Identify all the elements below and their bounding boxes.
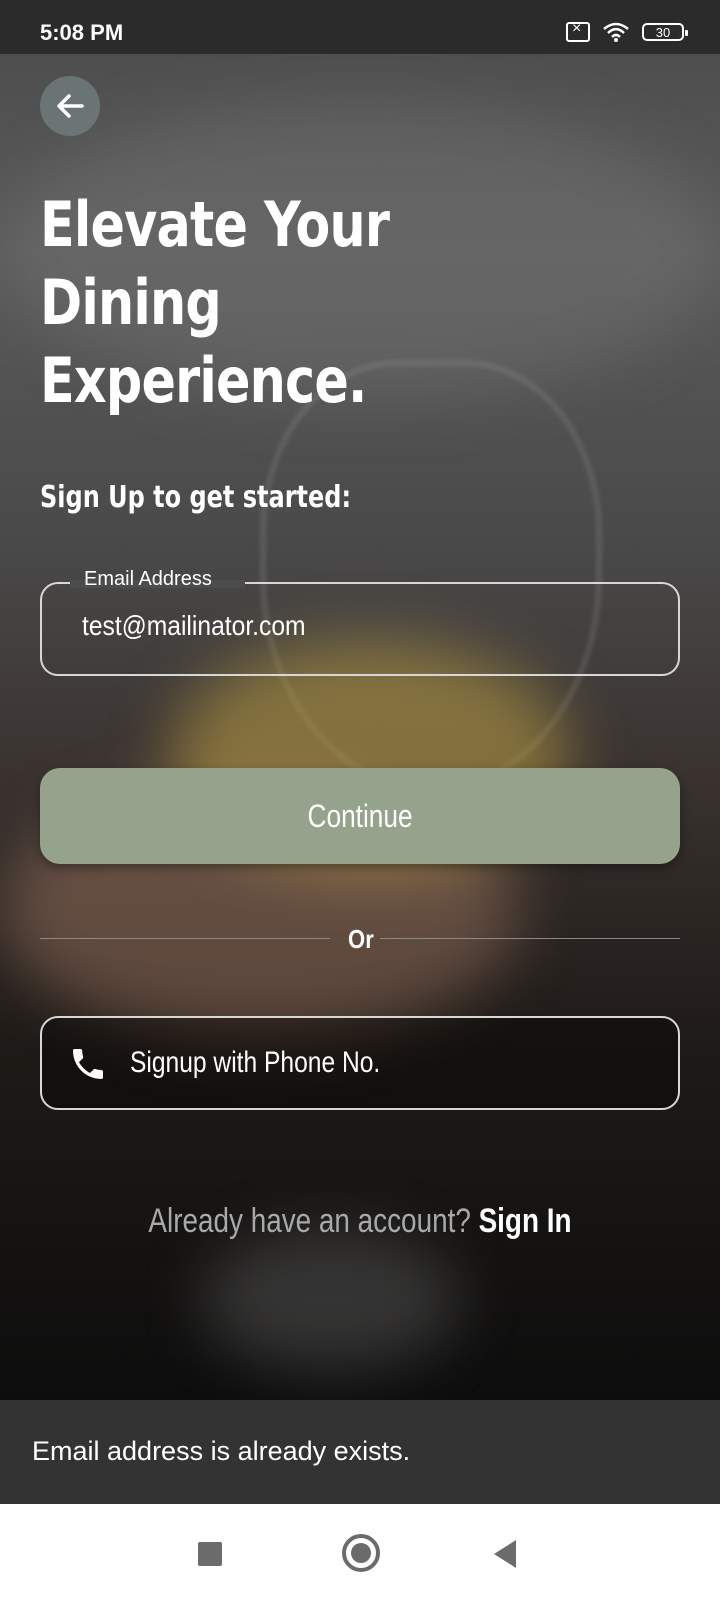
email-field-label: Email Address bbox=[84, 568, 212, 590]
divider-label: Or bbox=[348, 924, 374, 954]
background-glass-base bbox=[200, 1230, 460, 1370]
recent-apps-icon[interactable] bbox=[198, 1542, 222, 1566]
divider-line-left bbox=[40, 938, 330, 939]
wifi-icon bbox=[603, 22, 629, 42]
snackbar-message: Email address is already exists. bbox=[32, 1436, 411, 1466]
divider-line-right bbox=[380, 938, 680, 939]
status-time: 5:08 PM bbox=[40, 20, 124, 45]
back-button[interactable] bbox=[40, 76, 100, 136]
signin-row: Already have an account? Sign In bbox=[0, 1202, 720, 1241]
continue-button[interactable]: Continue bbox=[40, 768, 680, 864]
status-bar: 5:08 PM 30 bbox=[0, 0, 720, 54]
headline-line-2: Dining Experience. bbox=[40, 266, 367, 417]
signup-phone-button[interactable]: Signup with Phone No. bbox=[40, 1016, 680, 1110]
email-field-value[interactable]: test@mailinator.com bbox=[82, 610, 306, 642]
signin-link[interactable]: Sign In bbox=[479, 1202, 572, 1240]
status-icons: 30 bbox=[566, 20, 688, 42]
nav-back-icon[interactable] bbox=[494, 1540, 516, 1568]
error-snackbar: Email address is already exists. bbox=[0, 1400, 720, 1504]
signin-prompt: Already have an account? bbox=[148, 1202, 471, 1240]
headline-line-1: Elevate Your bbox=[40, 188, 390, 261]
signup-phone-label: Signup with Phone No. bbox=[130, 1046, 381, 1079]
page-title: Elevate Your Dining Experience. bbox=[40, 186, 548, 420]
or-divider: Or bbox=[40, 920, 680, 960]
email-field[interactable]: Email Address test@mailinator.com bbox=[40, 568, 680, 676]
phone-icon bbox=[73, 1049, 103, 1079]
signup-subheading: Sign Up to get started: bbox=[40, 480, 352, 515]
back-arrow-icon bbox=[57, 94, 84, 118]
continue-button-label: Continue bbox=[307, 797, 413, 834]
no-sim-icon bbox=[566, 20, 590, 42]
system-nav-bar bbox=[0, 1504, 720, 1600]
home-icon[interactable] bbox=[342, 1534, 380, 1572]
battery-icon: 30 bbox=[642, 23, 688, 41]
